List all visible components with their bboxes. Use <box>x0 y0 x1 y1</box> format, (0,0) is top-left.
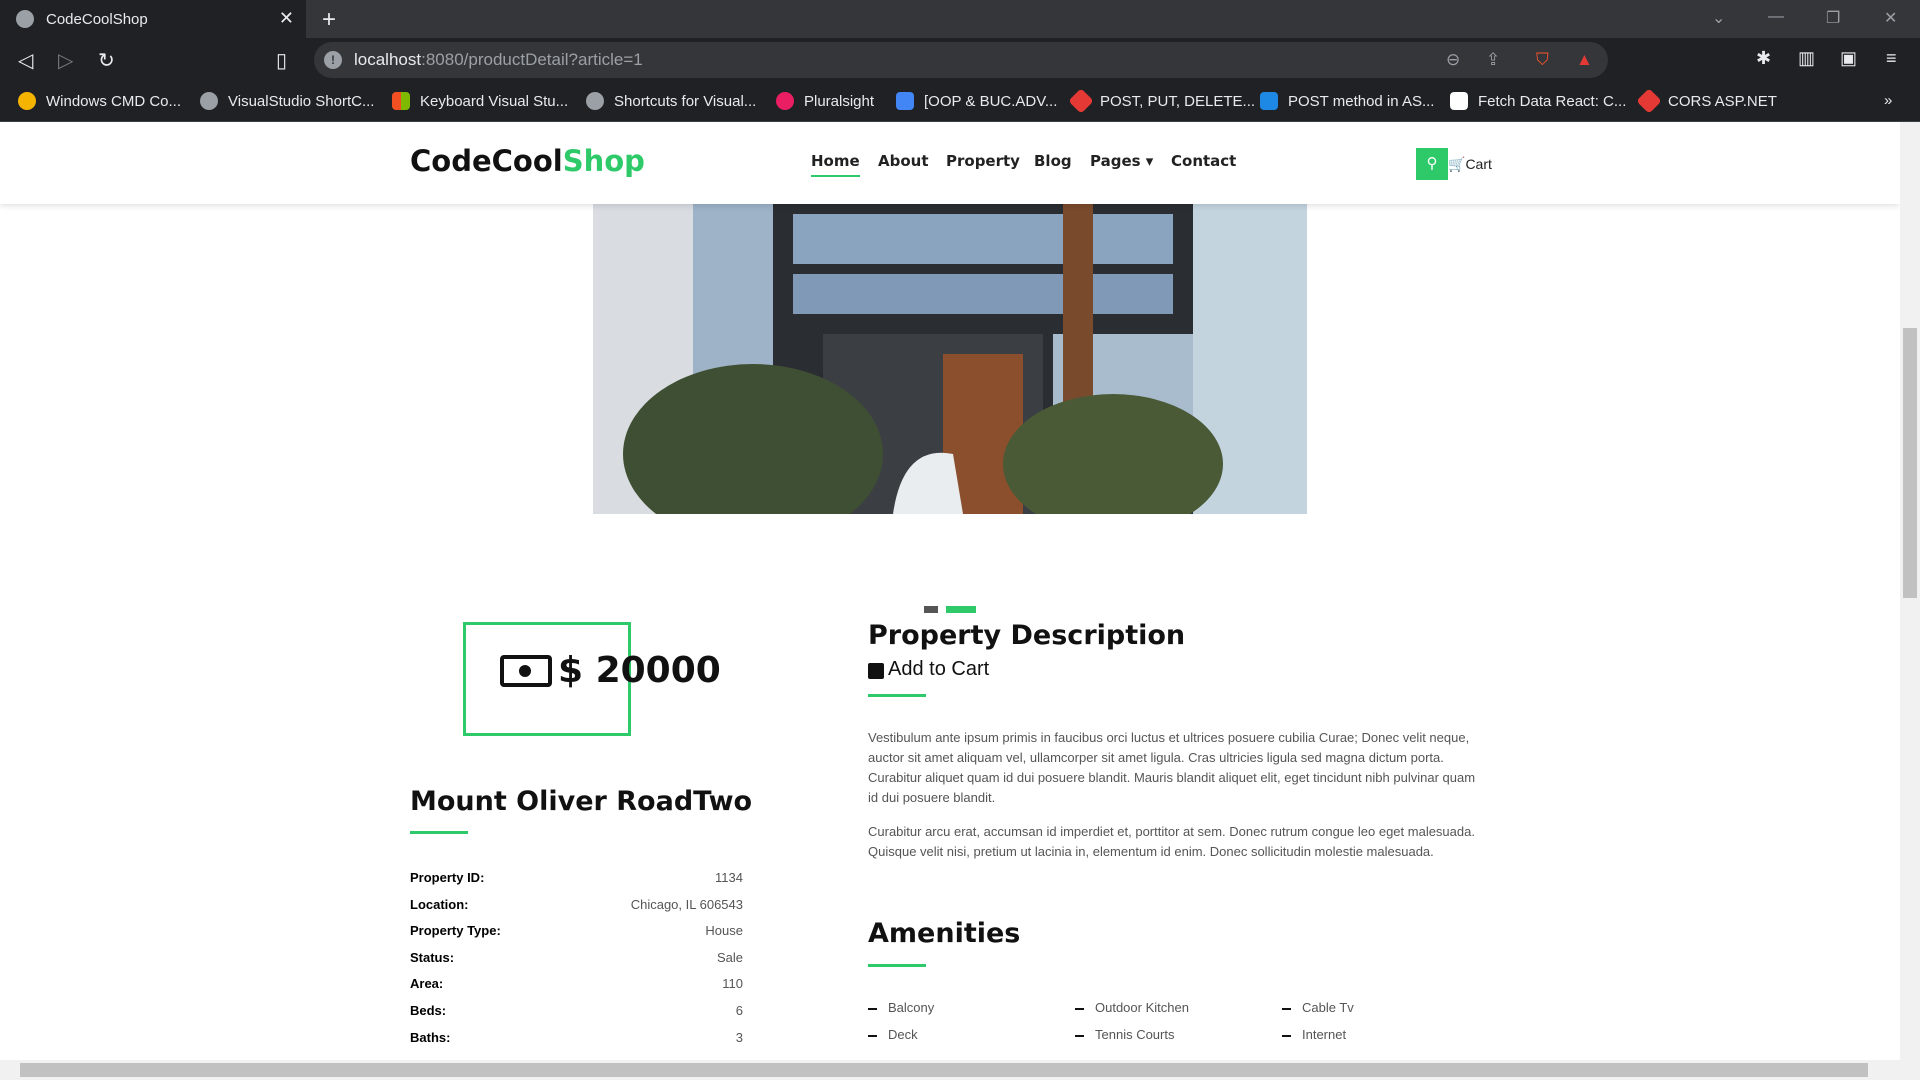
amenity-item: Balcony <box>868 1000 934 1015</box>
page-content: CodeCoolShop Home About Property Blog Pa… <box>0 122 1900 1062</box>
amenity-item: Tennis Courts <box>1075 1027 1174 1042</box>
share-icon[interactable]: ⇪ <box>1486 50 1500 70</box>
close-tab-icon[interactable]: ✕ <box>279 8 294 29</box>
divider <box>868 964 926 967</box>
bookmark-item[interactable]: Shortcuts for Visual... <box>586 92 756 110</box>
brave-rewards-icon[interactable]: ▲ <box>1576 50 1593 70</box>
money-icon <box>500 654 552 687</box>
spec-row: Location: Chicago, IL 606543 <box>410 897 743 912</box>
tab-search-icon[interactable]: ⌄ <box>1712 8 1725 28</box>
reload-icon[interactable]: ↻ <box>98 48 115 73</box>
spec-row: Property Type: House <box>410 923 743 938</box>
back-icon[interactable]: ◁ <box>18 48 33 73</box>
amenity-item: Outdoor Kitchen <box>1075 1000 1189 1015</box>
amenity-item: Cable Tv <box>1282 1000 1354 1015</box>
bookmark-item[interactable]: POST method in AS... <box>1260 92 1434 110</box>
extensions-icon[interactable]: ✱ <box>1756 48 1771 69</box>
brave-shield-icon[interactable]: ⛉ <box>1536 50 1549 70</box>
bookmark-favicon-icon <box>18 92 36 110</box>
spec-row: Status: Sale <box>410 950 743 965</box>
spec-row: Baths: 3 <box>410 1030 743 1045</box>
property-name: Mount Oliver RoadTwo <box>410 786 753 817</box>
bookmark-item[interactable]: Fetch Data React: C... <box>1450 92 1626 110</box>
cart-link[interactable]: 🛒Cart <box>1448 156 1492 173</box>
amenity-item: Deck <box>868 1027 918 1042</box>
close-window-icon[interactable]: ✕ <box>1884 8 1897 28</box>
bookmark-item[interactable]: Pluralsight <box>776 92 874 110</box>
bookmark-item[interactable]: VisualStudio ShortC... <box>200 92 374 110</box>
spec-row: Property ID: 1134 <box>410 870 743 885</box>
docs-icon <box>896 92 914 110</box>
forward-icon[interactable]: ▷ <box>58 48 73 73</box>
minimize-icon[interactable]: — <box>1768 8 1784 26</box>
bookmark-item[interactable]: CORS ASP.NET <box>1636 88 1777 114</box>
nav-blog[interactable]: Blog <box>1034 152 1072 170</box>
tab-bar: CodeCoolShop ✕ + ⌄ — ❐ ✕ <box>0 0 1920 38</box>
url-text[interactable]: localhost:8080/productDetail?article=1 <box>354 50 643 70</box>
cart-icon: 🛒 <box>1448 156 1466 172</box>
bookmark-item[interactable]: Windows CMD Co... <box>18 92 181 110</box>
add-to-cart-button[interactable]: Add to Cart <box>868 658 989 681</box>
description-paragraph: Curabitur arcu erat, accumsan id imperdi… <box>868 824 1475 859</box>
amenity-item: Internet <box>1282 1027 1346 1042</box>
address-bar[interactable]: ! localhost:8080/productDetail?article=1… <box>314 42 1608 78</box>
nav-property[interactable]: Property <box>946 152 1020 170</box>
description-title: Property Description <box>868 620 1186 651</box>
globe-icon <box>16 10 34 28</box>
react-icon <box>1450 92 1468 110</box>
spec-row: Area: 110 <box>410 976 743 991</box>
menu-icon[interactable]: ≡ <box>1886 48 1897 69</box>
nav-home[interactable]: Home <box>811 152 860 177</box>
wallet-icon[interactable]: ▣ <box>1840 48 1857 69</box>
postman-icon <box>1068 88 1094 114</box>
info-icon[interactable]: ! <box>324 51 342 69</box>
search-button[interactable]: ⚲ <box>1416 148 1448 180</box>
spec-row: Beds: 6 <box>410 1003 743 1018</box>
carousel-dot-active[interactable] <box>946 606 976 613</box>
new-tab-icon[interactable]: + <box>322 6 336 34</box>
horizontal-scroll-thumb[interactable] <box>20 1063 1868 1077</box>
vertical-scroll-thumb[interactable] <box>1903 328 1917 598</box>
restore-icon[interactable]: ❐ <box>1826 8 1840 28</box>
site-logo[interactable]: CodeCoolShop <box>410 144 645 178</box>
divider <box>410 831 468 834</box>
globe-icon <box>200 92 218 110</box>
nav-about[interactable]: About <box>878 152 929 170</box>
property-image <box>593 204 1307 514</box>
site-header: CodeCoolShop Home About Property Blog Pa… <box>0 122 1900 204</box>
browser-toolbar: ◁ ▷ ↻ ▯ ! localhost:8080/productDetail?a… <box>0 38 1920 82</box>
browser-tab[interactable]: CodeCoolShop ✕ <box>0 0 306 38</box>
amenities-title: Amenities <box>868 918 1021 949</box>
bookmark-item[interactable]: POST, PUT, DELETE... <box>1068 88 1255 114</box>
search-icon: ⚲ <box>1426 155 1438 172</box>
bookmarks-more-icon[interactable]: » <box>1884 92 1892 109</box>
description-paragraph: Vestibulum ante ipsum primis in faucibus… <box>868 730 1476 805</box>
bookmark-item[interactable]: [OOP & BUC.ADV... <box>896 92 1057 110</box>
carousel-dot[interactable] <box>924 606 938 613</box>
bookmarks-bar: Windows CMD Co... VisualStudio ShortC...… <box>0 82 1920 122</box>
bag-icon <box>868 662 884 679</box>
pluralsight-icon <box>776 92 794 110</box>
caret-down-icon: ▾ <box>1145 152 1154 170</box>
sidebar-icon[interactable]: ▥ <box>1798 48 1815 69</box>
microsoft-icon <box>392 92 410 110</box>
divider <box>868 694 926 697</box>
nav-contact[interactable]: Contact <box>1171 152 1236 170</box>
bookmark-item[interactable]: Keyboard Visual Stu... <box>392 92 568 110</box>
tutorial-icon <box>1260 92 1278 110</box>
tab-title: CodeCoolShop <box>46 10 148 28</box>
zoom-icon[interactable]: ⊖ <box>1446 50 1460 70</box>
globe-icon <box>586 92 604 110</box>
bookmark-icon[interactable]: ▯ <box>276 48 287 73</box>
price: $ 20000 <box>500 650 721 691</box>
nav-pages[interactable]: Pages ▾ <box>1090 152 1153 170</box>
cors-icon <box>1636 88 1662 114</box>
